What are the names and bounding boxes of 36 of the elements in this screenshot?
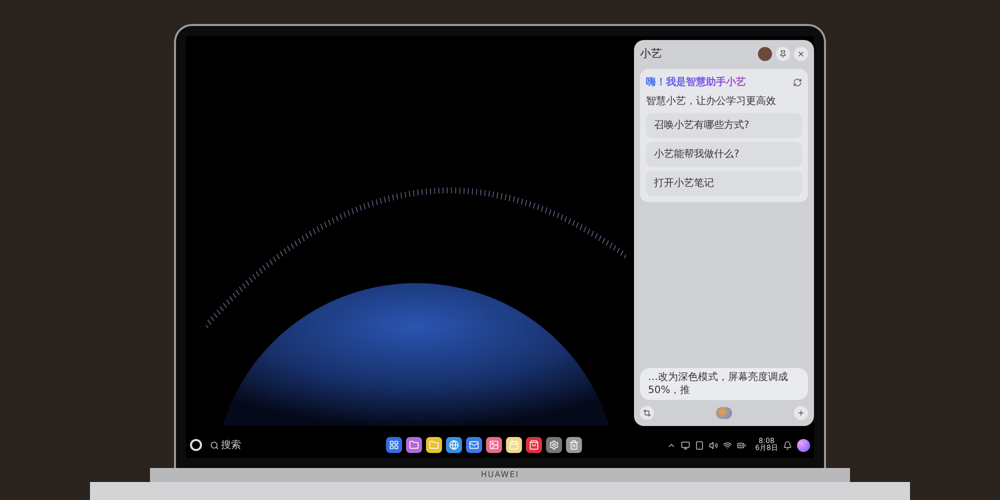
folder-app-icon[interactable] bbox=[406, 437, 422, 453]
battery-icon[interactable] bbox=[737, 440, 746, 450]
add-button[interactable] bbox=[794, 406, 808, 420]
bell-icon[interactable] bbox=[783, 440, 792, 450]
trash-app-icon[interactable] bbox=[566, 437, 582, 453]
volume-icon[interactable] bbox=[709, 440, 718, 450]
message-input[interactable]: …改为深色模式，屏幕亮度调成50%，推 bbox=[640, 368, 808, 400]
suggestion-button[interactable]: 打开小艺笔记 bbox=[646, 170, 802, 196]
folder-app-icon[interactable] bbox=[426, 437, 442, 453]
crop-button[interactable] bbox=[640, 406, 654, 420]
pin-button[interactable] bbox=[776, 47, 790, 62]
grid-app-icon[interactable] bbox=[386, 437, 402, 453]
mail-app-icon[interactable] bbox=[466, 437, 482, 453]
shopping-bag-app-icon[interactable] bbox=[526, 437, 542, 453]
plus-icon bbox=[797, 409, 805, 417]
refresh-icon[interactable] bbox=[793, 78, 802, 86]
suggestion-button[interactable]: 召唤小艺有哪些方式? bbox=[646, 112, 802, 138]
avatar[interactable] bbox=[758, 47, 772, 62]
globe-app-icon[interactable] bbox=[446, 437, 462, 453]
assistant-ring-icon[interactable] bbox=[190, 439, 202, 451]
panel-title: 小艺 bbox=[640, 46, 663, 62]
settings-app-icon[interactable] bbox=[546, 437, 562, 453]
tablet-icon[interactable] bbox=[695, 440, 704, 450]
gallery-app-icon[interactable] bbox=[486, 437, 502, 453]
crop-icon bbox=[643, 409, 651, 417]
assistant-orb-icon[interactable] bbox=[797, 438, 810, 452]
monitor-icon[interactable] bbox=[681, 440, 690, 450]
search-field[interactable]: 搜索 bbox=[221, 438, 261, 452]
subtitle: 智慧小艺，让办公学习更高效 bbox=[646, 94, 777, 108]
wifi-icon[interactable] bbox=[723, 440, 732, 450]
calendar-app-icon[interactable] bbox=[506, 437, 522, 453]
close-icon bbox=[797, 50, 805, 58]
brand-label: HUAWEI bbox=[480, 469, 520, 481]
search-icon[interactable] bbox=[210, 440, 219, 450]
suggestion-button[interactable]: 小艺能帮我做什么? bbox=[646, 142, 802, 166]
pin-icon bbox=[779, 50, 787, 58]
